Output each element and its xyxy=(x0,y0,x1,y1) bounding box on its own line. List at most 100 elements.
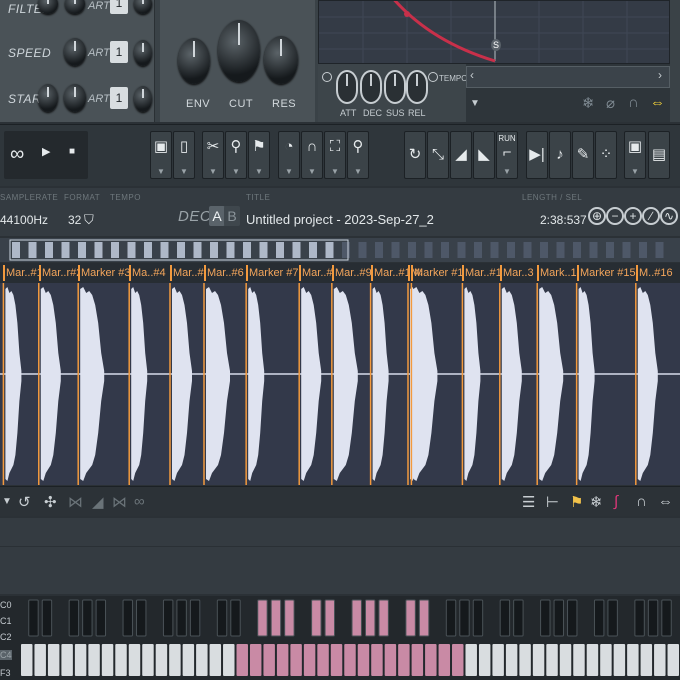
marker-tool-button[interactable]: ⚑ ▼ xyxy=(248,131,270,179)
reverse-icon[interactable]: ↺ xyxy=(18,493,31,511)
envelope-graph[interactable]: S xyxy=(318,0,670,64)
export-button[interactable]: ▣ ▼ xyxy=(624,131,646,179)
marker-1[interactable]: Mar..#1 xyxy=(3,265,39,281)
dec-knob[interactable] xyxy=(360,70,382,104)
fade-icon[interactable]: ◢ xyxy=(92,493,104,511)
filter-value-box[interactable]: 1 xyxy=(110,0,128,14)
filter-knob[interactable] xyxy=(65,0,85,14)
cut-knob[interactable] xyxy=(218,20,260,82)
att-knob[interactable] xyxy=(336,70,358,104)
magnet-icon[interactable]: ∩ xyxy=(628,94,639,111)
start-knob[interactable] xyxy=(64,84,86,112)
marker-15[interactable]: Mark..14 xyxy=(537,265,577,281)
filter-small-knob[interactable] xyxy=(38,0,58,14)
refresh-button[interactable]: ↻ xyxy=(404,131,426,179)
pitch-button[interactable]: ♪ xyxy=(549,131,571,179)
run-button[interactable]: RUN ⌐ ▼ xyxy=(496,131,518,179)
stretch-icon[interactable]: ⇔ xyxy=(650,94,665,111)
curve-icon[interactable]: ∫ xyxy=(614,493,618,510)
pattern-button[interactable]: ⁘ xyxy=(595,131,617,179)
split-icon[interactable]: ⋈ xyxy=(112,493,127,511)
stretch-tool-button[interactable]: ⤡ xyxy=(427,131,449,179)
cut-tool-button[interactable]: ✂ ▼ xyxy=(202,131,224,179)
speed-value-box[interactable]: 1 xyxy=(110,41,128,63)
waveform-burst-1 xyxy=(5,287,22,481)
deck-a-button[interactable]: A xyxy=(209,206,225,226)
scroll-right-icon[interactable]: › xyxy=(658,68,662,82)
marker-7[interactable]: Marker #7 xyxy=(246,265,299,281)
magnet-snap-icon[interactable]: ∩ xyxy=(636,493,647,510)
speed-knob[interactable] xyxy=(64,38,86,66)
marker-9[interactable]: Mar..#9 xyxy=(332,265,371,281)
adsr-toggle-right[interactable] xyxy=(428,72,438,82)
marker-10[interactable]: Mar..#10 xyxy=(371,265,408,281)
grid-icon[interactable]: ⊢ xyxy=(546,493,559,511)
marker-5[interactable]: Mar..#5 xyxy=(170,265,204,281)
stop-icon[interactable]: ■ xyxy=(69,146,75,157)
marker-8[interactable]: Mar..#8 xyxy=(299,265,332,281)
start-small-knob[interactable] xyxy=(38,84,58,112)
wave-circle-icon[interactable]: ∿ xyxy=(660,207,678,225)
overview-block xyxy=(474,242,482,258)
marker-2[interactable]: Mar..r#2 xyxy=(39,265,78,281)
speed-side-knob[interactable] xyxy=(134,40,152,66)
marker-3[interactable]: Marker #3 xyxy=(78,265,129,281)
link-icon[interactable]: ∞ xyxy=(134,493,145,510)
zoom-button[interactable]: ⚲ ▼ xyxy=(347,131,369,179)
tools-button[interactable]: ⚲ ▼ xyxy=(225,131,247,179)
marker-13[interactable]: Mar..#12 xyxy=(462,265,500,281)
start-value-box[interactable]: 1 xyxy=(110,87,128,109)
play-icon[interactable]: ▶ xyxy=(42,145,50,158)
marker-6[interactable]: Mar..#6 xyxy=(204,265,246,281)
format-value[interactable]: 32 xyxy=(68,213,81,227)
waveform-display[interactable] xyxy=(0,283,680,485)
chop-button[interactable]: ✎ xyxy=(572,131,594,179)
white-key xyxy=(344,644,356,676)
loop-icon[interactable]: ∞ xyxy=(10,143,24,166)
snowflake-icon[interactable]: ❄ xyxy=(582,94,595,112)
rel-knob[interactable] xyxy=(406,70,428,104)
white-key xyxy=(34,644,46,676)
marker-4[interactable]: Ma..#4 xyxy=(129,265,170,281)
dropdown-icon[interactable]: ▼ xyxy=(2,496,12,507)
start-side-knob[interactable] xyxy=(134,86,152,112)
marker-14[interactable]: Mar..3 xyxy=(500,265,537,281)
stretch-snap-icon[interactable]: ⇔ xyxy=(658,493,673,510)
slice-button[interactable]: ▶| xyxy=(526,131,548,179)
normalize-icon[interactable]: ✣ xyxy=(44,493,57,511)
save-button[interactable]: ▣ ▼ xyxy=(150,131,172,179)
playback-mode-button[interactable]: ◔ ▼ xyxy=(278,131,300,179)
waveform-overview-scrollbar[interactable] xyxy=(0,238,680,262)
deck-b-button[interactable]: B xyxy=(224,206,240,226)
fade-out-button[interactable]: ◣ xyxy=(473,131,495,179)
marker-17[interactable]: M..#16 xyxy=(636,265,680,281)
plus-icon[interactable]: + xyxy=(624,207,642,225)
sus-knob[interactable] xyxy=(384,70,406,104)
piano-keyboard[interactable]: C0 C1 C2 C4 F3 xyxy=(0,596,680,680)
scroll-left-icon[interactable]: ‹ xyxy=(470,68,474,82)
res-knob[interactable] xyxy=(264,36,298,84)
select-button[interactable]: ⛶ ▼ xyxy=(324,131,346,179)
clip-icon[interactable]: ⌀ xyxy=(606,94,615,112)
sustain-point-label[interactable]: S xyxy=(491,39,501,51)
adsr-toggle-left[interactable] xyxy=(322,72,332,82)
dump-button[interactable]: ▤ xyxy=(648,131,670,179)
shirt-icon[interactable]: ⛉ xyxy=(84,212,94,228)
snowflake-tool-icon[interactable]: ❄ xyxy=(590,493,603,511)
magnet-tool-icon: ∩ xyxy=(306,138,318,155)
snap-button[interactable]: ∩ ▼ xyxy=(301,131,323,179)
marker-16[interactable]: Marker #15 xyxy=(577,265,636,281)
trim-icon[interactable]: ⋈ xyxy=(68,493,83,511)
minus-icon[interactable]: − xyxy=(606,207,624,225)
env-knob[interactable] xyxy=(178,38,210,84)
filter-side-knob[interactable] xyxy=(134,0,152,14)
fade-in-button[interactable]: ◢ xyxy=(450,131,472,179)
flag-marker-icon[interactable]: ⚑ xyxy=(570,493,583,511)
new-file-button[interactable]: ▯ ▼ xyxy=(173,131,195,179)
preset-dropdown-icon[interactable]: ▼ xyxy=(470,98,480,109)
crosshair-icon[interactable]: ⊕ xyxy=(588,207,606,225)
marker-12[interactable]: Marker #11 xyxy=(411,265,462,281)
graph-scrollbar[interactable] xyxy=(466,66,670,88)
slash-icon[interactable]: ∕ xyxy=(642,207,660,225)
align-icon[interactable]: ☰ xyxy=(522,493,535,511)
